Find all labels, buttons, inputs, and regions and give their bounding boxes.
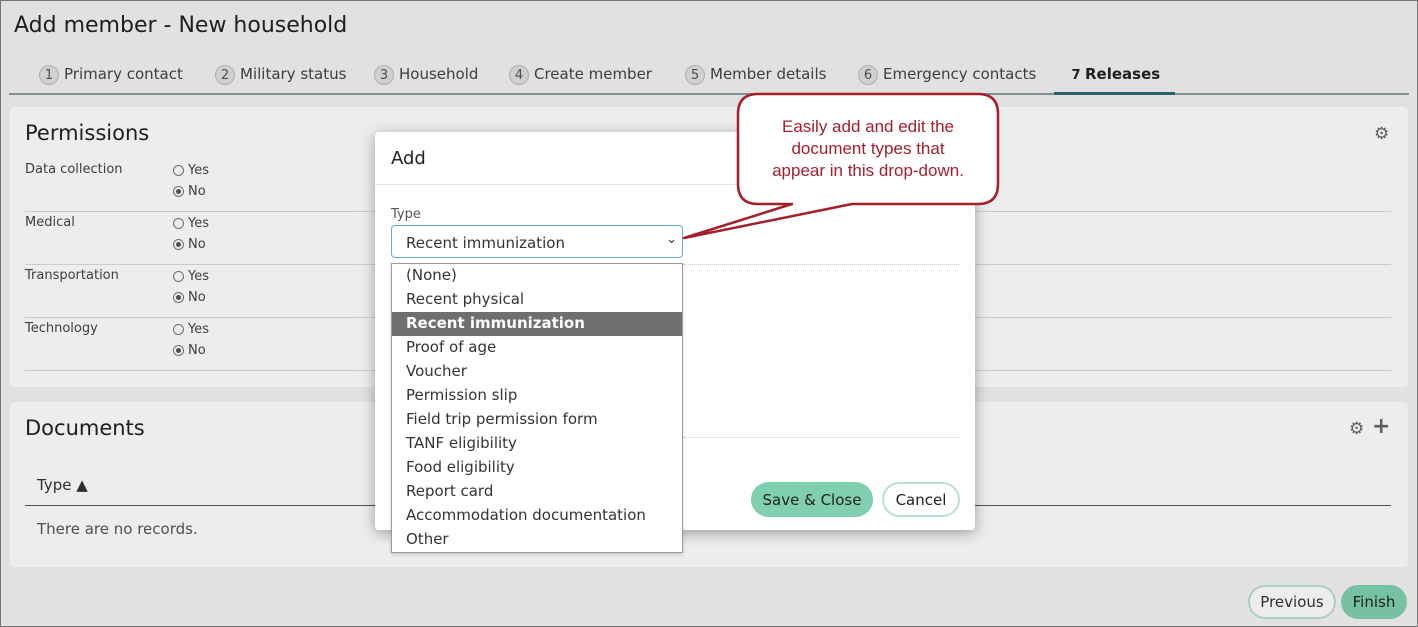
dropdown-option[interactable]: Voucher — [392, 360, 682, 384]
callout-text: Easily add and edit the document types t… — [748, 116, 988, 182]
dropdown-option[interactable]: (None) — [392, 264, 682, 288]
callout-line: Easily add and edit the — [781, 117, 954, 136]
type-select-value: Recent immunization — [406, 234, 565, 252]
dropdown-option[interactable]: Report card — [392, 480, 682, 504]
callout-line: appear in this drop-down. — [772, 161, 964, 180]
dropdown-option[interactable]: Permission slip — [392, 384, 682, 408]
dropdown-option[interactable]: Field trip permission form — [392, 408, 682, 432]
dropdown-option[interactable]: Recent physical — [392, 288, 682, 312]
type-field-label: Type — [391, 207, 421, 222]
dropdown-option[interactable]: Accommodation documentation — [392, 504, 682, 528]
dropdown-option[interactable]: Food eligibility — [392, 456, 682, 480]
divider — [683, 437, 959, 438]
callout-line: document types that — [791, 139, 945, 158]
divider — [375, 184, 975, 185]
save-close-button[interactable]: Save & Close — [751, 482, 873, 517]
dropdown-option[interactable]: Proof of age — [392, 336, 682, 360]
divider — [683, 264, 959, 265]
dropdown-option[interactable]: TANF eligibility — [392, 432, 682, 456]
type-select[interactable]: Recent immunization ⌄ — [391, 225, 683, 258]
modal-title: Add — [391, 148, 426, 169]
type-dropdown-list: (None) Recent physical Recent immunizati… — [391, 263, 683, 553]
dropdown-option[interactable]: Other — [392, 528, 682, 552]
dropdown-option-selected[interactable]: Recent immunization — [392, 312, 682, 336]
cancel-button[interactable]: Cancel — [882, 482, 960, 517]
chevron-down-icon: ⌄ — [666, 232, 677, 247]
